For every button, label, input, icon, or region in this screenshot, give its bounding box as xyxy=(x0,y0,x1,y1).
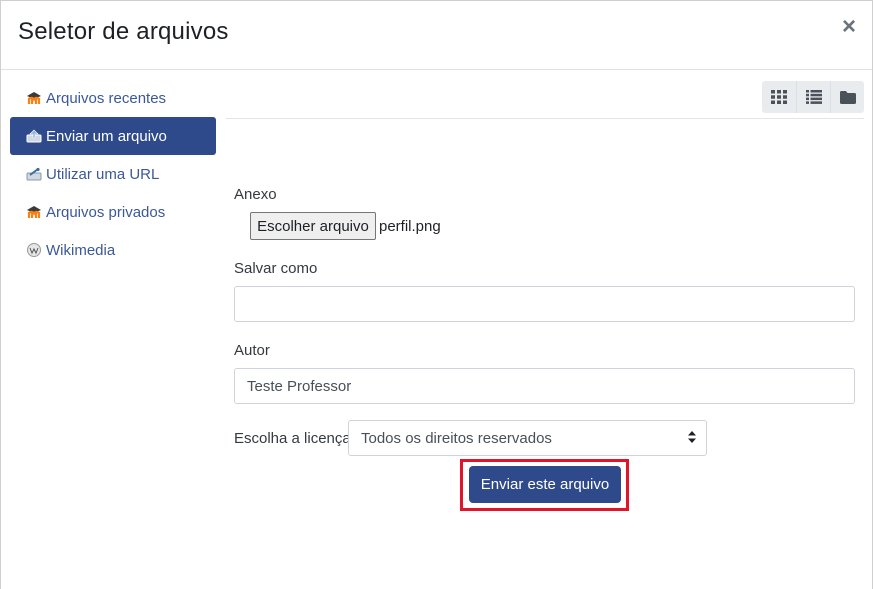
file-picker-dialog: Seletor de arquivos × Arquivos recentes … xyxy=(0,0,873,589)
license-select[interactable]: Todos os direitos reservados xyxy=(348,420,707,456)
sidebar-item-upload-file[interactable]: Enviar um arquivo xyxy=(10,117,216,155)
grid-view-icon[interactable] xyxy=(762,81,796,113)
author-label: Autor xyxy=(234,342,270,359)
list-view-icon[interactable] xyxy=(796,81,830,113)
license-label: Escolha a licença xyxy=(234,430,351,447)
moodle-icon xyxy=(26,90,42,106)
view-switcher xyxy=(762,81,864,113)
sidebar-item-label: Enviar um arquivo xyxy=(46,127,167,145)
sidebar-item-label: Utilizar uma URL xyxy=(46,165,160,183)
sidebar-item-recent-files[interactable]: Arquivos recentes xyxy=(10,79,216,117)
save-as-label: Salvar como xyxy=(234,260,318,277)
sidebar-item-wikimedia[interactable]: Wikimedia xyxy=(10,231,216,269)
choose-file-button[interactable]: Escolher arquivo xyxy=(250,212,376,240)
author-input[interactable] xyxy=(234,368,855,404)
sidebar-item-private-files[interactable]: Arquivos privados xyxy=(10,193,216,231)
toolbar-divider xyxy=(226,118,864,119)
folder-view-icon[interactable] xyxy=(830,81,864,113)
sidebar-item-label: Wikimedia xyxy=(46,241,116,259)
dialog-title: Seletor de arquivos xyxy=(18,18,229,45)
upload-icon xyxy=(26,128,42,144)
url-icon xyxy=(26,166,42,182)
upload-file-button[interactable]: Enviar este arquivo xyxy=(469,466,621,503)
close-icon[interactable]: × xyxy=(842,15,856,39)
wikimedia-icon xyxy=(26,242,42,258)
sidebar-item-label: Arquivos privados xyxy=(46,203,166,221)
sidebar-item-label: Arquivos recentes xyxy=(46,89,167,107)
moodle-icon xyxy=(26,204,42,220)
attachment-label: Anexo xyxy=(234,186,277,203)
select-arrows-icon xyxy=(688,431,696,443)
repository-sidebar: Arquivos recentes Enviar um arquivo Util… xyxy=(10,79,216,269)
license-selected-value: Todos os direitos reservados xyxy=(361,429,552,447)
chosen-file-name: perfil.png xyxy=(379,218,441,235)
save-as-input[interactable] xyxy=(234,286,855,322)
sidebar-item-url[interactable]: Utilizar uma URL xyxy=(10,155,216,193)
dialog-header: Seletor de arquivos × xyxy=(1,1,872,70)
